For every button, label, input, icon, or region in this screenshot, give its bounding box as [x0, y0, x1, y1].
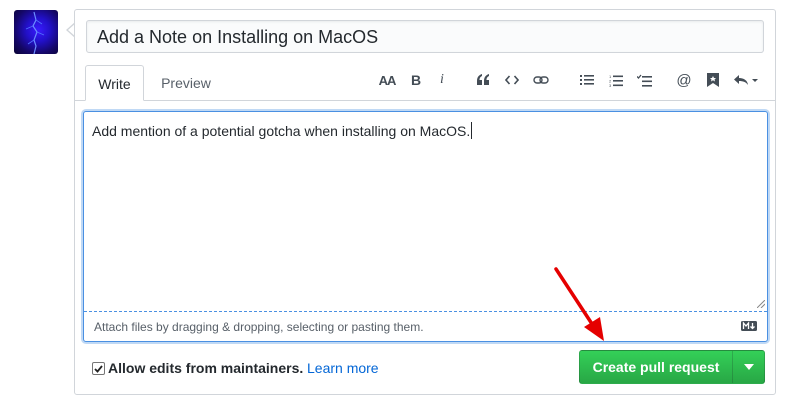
- allow-edits-checkbox[interactable]: [92, 362, 105, 375]
- task-list-icon[interactable]: [633, 70, 655, 90]
- annotation-arrow-icon: [554, 267, 604, 341]
- markdown-icon[interactable]: [741, 321, 757, 331]
- saved-reply-icon[interactable]: [702, 70, 724, 90]
- comment-body-text: Add mention of a potential gotcha when i…: [92, 122, 473, 139]
- create-pr-dropdown-button[interactable]: [732, 350, 765, 384]
- text-cursor: [471, 122, 473, 139]
- bulleted-list-icon[interactable]: [576, 70, 598, 90]
- attach-divider: [84, 311, 767, 312]
- svg-text:3: 3: [609, 83, 612, 87]
- italic-icon[interactable]: i: [431, 70, 453, 90]
- triangle-down-icon: [743, 364, 754, 370]
- tab-write[interactable]: Write: [85, 65, 144, 101]
- checkmark-icon: [94, 364, 103, 373]
- reply-icon[interactable]: [731, 70, 761, 90]
- pull-request-form: Add a Note on Installing on MacOS Write …: [74, 9, 776, 395]
- avatar[interactable]: [14, 10, 58, 54]
- allow-edits-label[interactable]: Allow edits from maintainers.: [108, 360, 303, 376]
- mention-icon[interactable]: @: [673, 70, 695, 90]
- comment-body-textarea[interactable]: Add mention of a potential gotcha when i…: [83, 111, 768, 342]
- link-icon[interactable]: [530, 70, 552, 90]
- quote-icon[interactable]: [472, 70, 494, 90]
- bold-icon[interactable]: B: [405, 70, 427, 90]
- code-icon[interactable]: [501, 70, 523, 90]
- tab-preview[interactable]: Preview: [155, 65, 217, 101]
- numbered-list-icon[interactable]: 123: [605, 70, 627, 90]
- resize-handle-icon[interactable]: [757, 300, 765, 308]
- learn-more-link[interactable]: Learn more: [307, 360, 379, 376]
- create-pull-request-button[interactable]: Create pull request: [579, 350, 733, 384]
- attach-files-hint[interactable]: Attach files by dragging & dropping, sel…: [94, 320, 424, 334]
- text-size-icon[interactable]: AA: [376, 70, 398, 90]
- title-input[interactable]: Add a Note on Installing on MacOS: [86, 20, 764, 53]
